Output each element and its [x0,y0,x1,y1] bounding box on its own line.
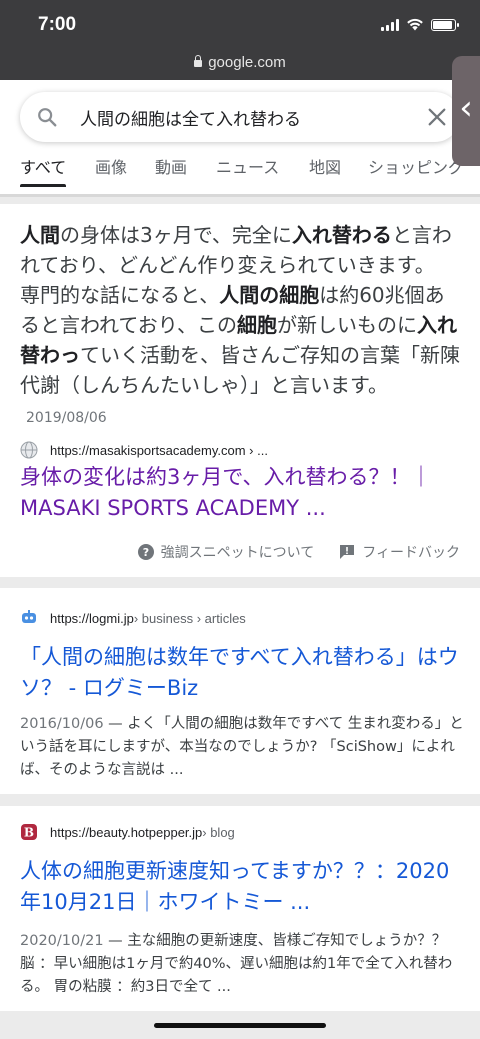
result-snippet: 2016/10/06 — よく「人間の細胞は数年ですべて 生まれ変わる」という話… [20,716,464,778]
clock: 7:00 [38,14,77,35]
search-icon[interactable] [36,106,58,128]
help-icon: ? [137,544,154,560]
divider [0,194,480,197]
source-url: https://masakisportsacademy.com › ... [50,442,268,458]
search-box[interactable]: 人間の細胞は全て入れ替わる [20,92,460,142]
result-title-link[interactable]: 身体の変化は約3ヶ月で、入れ替わる？！｜MASAKI SPORTS ACADEM… [20,462,465,524]
snippet-date: 2019/08/06 [26,410,107,426]
result-title-link[interactable]: 人体の細胞更新速度知ってますか？？：2020年10月21日｜ホワイトミー ... [20,856,465,918]
search-input[interactable]: 人間の細胞は全て入れ替わる [80,105,301,130]
featured-snippet-text: 人間の身体は3ヶ月で、完全に入れ替わると言われており、どんどん作り変えられていき… [20,220,460,433]
globe-icon [20,441,38,459]
snippet-highlight: 入れ替わる [291,223,392,247]
feedback-label: フィードバック [362,545,460,561]
result-breadcrumb: › blog [202,824,235,840]
tab-images[interactable]: 画像 [95,156,127,194]
chevron-left-icon: ‹ [459,88,473,128]
status-bar: 7:00 google.com [0,0,480,80]
result-source[interactable]: https://masakisportsacademy.com › ... [20,440,268,460]
close-icon[interactable] [426,106,448,128]
search-tabs: すべて 画像 動画 ニュース 地図 ショッピング [0,156,480,194]
battery-icon [431,19,459,31]
about-snippet-link[interactable]: ? 強調スニペットについて [137,542,315,562]
featured-snippet-card: 人間の身体は3ヶ月で、完全に入れ替わると言われており、どんどん作り変えられていき… [0,204,480,577]
snippet-segment: ていく活動を、皆さんご存知の言葉「新陳代謝（しんちんたいしゃ）」と言います。 [20,343,460,397]
result-date: 2016/10/06 [20,716,104,732]
tab-maps[interactable]: 地図 [309,156,341,194]
feedback-link[interactable]: フィードバック [338,542,460,562]
tab-shopping[interactable]: ショッピング [368,156,464,194]
battery-level [433,21,452,29]
about-snippet-label: 強調スニペットについて [160,545,315,561]
tab-videos[interactable]: 動画 [155,156,187,194]
result-source[interactable]: B https://beauty.hotpepper.jp › blog [20,822,235,842]
snippet-segment: の身体は3ヶ月で、完全に [60,223,292,247]
status-icons [381,18,459,31]
tab-all[interactable]: すべて [20,156,67,194]
snippet-meta-row: ? 強調スニペットについて フィードバック [137,542,460,562]
search-result: https://logmi.jp › business › articles 「… [0,588,480,794]
wifi-icon [407,18,423,31]
result-domain: https://logmi.jp [50,610,134,626]
address-bar[interactable]: google.com [0,54,480,71]
search-result: B https://beauty.hotpepper.jp › blog 人体の… [0,806,480,1011]
result-source[interactable]: https://logmi.jp › business › articles [20,608,246,628]
svg-text:?: ? [142,546,148,559]
snippet-body: 人間の身体は3ヶ月で、完全に入れ替わると言われており、どんどん作り変えられていき… [20,223,460,397]
svg-text:B: B [24,826,34,840]
robot-icon [22,610,36,623]
result-domain: https://beauty.hotpepper.jp [50,824,203,840]
result-breadcrumb: › business › articles [133,610,246,626]
result-title-link[interactable]: 「人間の細胞は数年ですべて入れ替わる」はウソ？ - ログミーBiz [20,642,465,704]
search-header: 人間の細胞は全て入れ替わる すべて 画像 動画 ニュース 地図 ショッピング [0,80,480,194]
result-date: 2020/10/21 [20,933,104,949]
side-panel-handle[interactable]: ‹ [452,56,480,166]
lock-icon [194,55,203,67]
snippet-highlight: 人間 [20,223,60,247]
snippet-highlight: 人間の細胞 [219,283,320,307]
snippet-segment: が新しいものに [277,313,417,337]
snippet-highlight: 細胞 [237,313,277,337]
cellular-signal-icon [381,18,399,31]
hotpepper-b-icon: B [21,824,37,840]
tab-news[interactable]: ニュース [216,156,279,194]
feedback-icon [340,545,355,559]
home-indicator[interactable] [154,1023,326,1028]
url-text: google.com [208,54,286,71]
result-snippet: 2020/10/21 — 主な細胞の更新速度、皆様ご存知でしょうか？？ 脳 ：早… [20,933,453,995]
